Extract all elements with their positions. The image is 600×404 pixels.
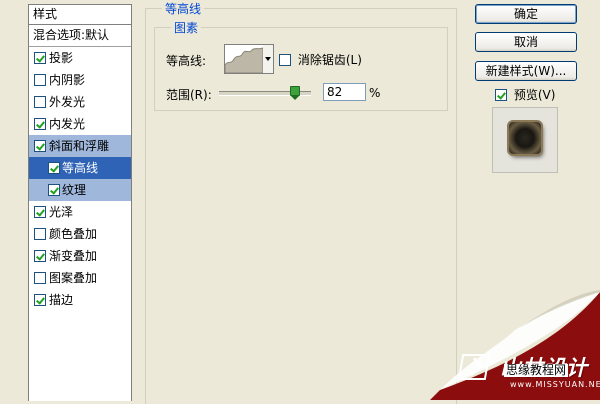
drop-shadow-checkbox[interactable] [34,52,46,64]
preview-option[interactable]: 预览(V) [495,86,555,103]
style-item-drop-shadow[interactable]: 投影 [29,47,131,69]
range-label: 范围(R): [166,88,212,102]
style-item-outer-glow[interactable]: 外发光 [29,91,131,113]
style-item-label: 斜面和浮雕 [49,139,110,153]
style-item-color-overlay[interactable]: 颜色叠加 [29,223,131,245]
anti-alias-option[interactable]: 消除锯齿(L) [279,51,362,68]
bevel-emboss-checkbox[interactable] [34,140,46,152]
blending-options-item[interactable]: 混合选项:默认 [29,25,131,47]
style-item-gradient-overlay[interactable]: 渐变叠加 [29,245,131,267]
style-item-satin[interactable]: 光泽 [29,201,131,223]
style-list-header[interactable]: 样式 [29,5,131,25]
range-input[interactable]: 82 [323,83,366,101]
contour-dropdown-button[interactable] [263,44,274,74]
watermark-url: www.MISSYUAN.NET [510,380,600,389]
style-item-label: 渐变叠加 [49,249,98,263]
style-item-inner-glow[interactable]: 内发光 [29,113,131,135]
contour-checkbox[interactable] [48,162,60,174]
style-item-label: 等高线 [62,161,99,175]
contour-settings-panel: 等高线 图素 等高线: 消除锯齿(L) 范围(R): 82 % [145,0,457,404]
cancel-button[interactable]: 取消 [475,32,577,52]
style-item-label: 内阴影 [49,73,86,87]
style-item-label: 光泽 [49,205,74,219]
group-title: 图素 [171,19,202,36]
anti-alias-label: 消除锯齿(L) [297,53,362,67]
contour-label: 等高线: [166,54,207,68]
ok-button[interactable]: 确定 [475,4,577,24]
style-item-contour[interactable]: 等高线 [29,157,131,179]
style-item-texture[interactable]: 纹理 [29,179,131,201]
range-slider[interactable] [219,86,311,100]
inner-shadow-checkbox[interactable] [34,74,46,86]
style-list-panel: 样式 混合选项:默认 投影 内阴影 外发光 内发光 斜面和浮雕 等高线 纹理 光… [28,4,132,401]
style-item-label: 图案叠加 [49,271,98,285]
style-item-label: 内发光 [49,117,86,131]
preview-label: 预览(V) [513,88,556,102]
new-style-button[interactable]: 新建样式(W)... [475,61,577,81]
panel-title: 等高线 [162,0,205,17]
style-preview [492,107,558,173]
satin-checkbox[interactable] [34,206,46,218]
color-overlay-checkbox[interactable] [34,228,46,240]
watermark-logo-icon [457,354,491,380]
watermark: 山林设计 思缘教程网 www.MISSYUAN.NET [456,352,600,398]
style-item-label: 纹理 [62,183,87,197]
outer-glow-checkbox[interactable] [34,96,46,108]
stroke-checkbox[interactable] [34,294,46,306]
texture-checkbox[interactable] [48,184,60,196]
style-item-stroke[interactable]: 描边 [29,289,131,311]
style-item-label: 描边 [49,293,74,307]
gradient-overlay-checkbox[interactable] [34,250,46,262]
preview-checkbox[interactable] [495,89,507,101]
inner-glow-checkbox[interactable] [34,118,46,130]
style-item-bevel-emboss[interactable]: 斜面和浮雕 [29,135,131,157]
range-slider-thumb[interactable] [290,86,301,100]
anti-alias-checkbox[interactable] [279,54,291,66]
pattern-overlay-checkbox[interactable] [34,272,46,284]
style-item-label: 外发光 [49,95,86,109]
style-item-label: 投影 [49,51,74,65]
preview-thumbnail [509,122,541,154]
range-unit: % [369,86,381,100]
style-item-label: 颜色叠加 [49,227,98,241]
watermark-subtitle: 思缘教程网 [504,363,569,377]
style-item-pattern-overlay[interactable]: 图案叠加 [29,267,131,289]
style-item-inner-shadow[interactable]: 内阴影 [29,69,131,91]
elements-group: 图素 等高线: 消除锯齿(L) 范围(R): 82 % [154,19,448,111]
contour-curve-picker[interactable] [224,44,264,74]
contour-curve-icon [225,47,263,73]
